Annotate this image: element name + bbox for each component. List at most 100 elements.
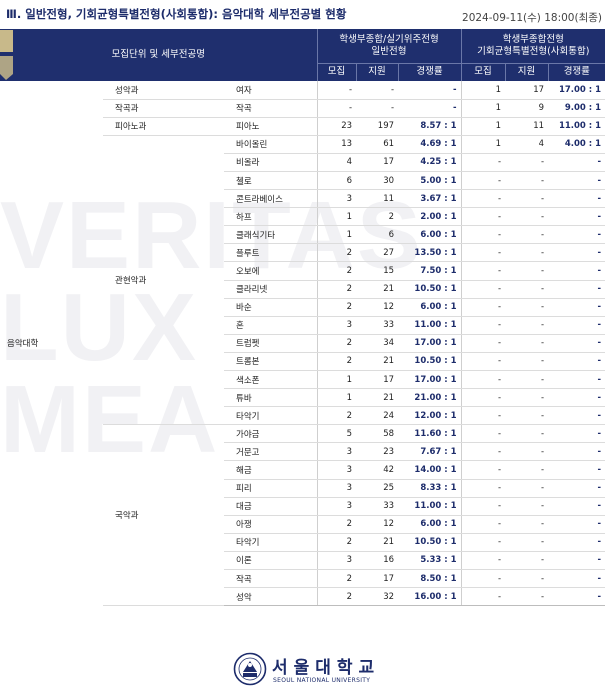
ratio-cell: - xyxy=(398,81,462,100)
ratio-cell: 14.00 : 1 xyxy=(398,460,462,480)
ratio-cell: 16.00 : 1 xyxy=(398,587,462,607)
applicants-cell: 25 xyxy=(356,479,399,498)
ratio-cell: - xyxy=(548,388,605,408)
major-cell: 트럼펫 xyxy=(224,334,318,353)
quota-cell: - xyxy=(460,551,506,571)
applicants-cell: - xyxy=(505,261,549,281)
ratio-cell: 4.25 : 1 xyxy=(398,153,462,172)
ratio-cell: 17.00 : 1 xyxy=(398,334,462,353)
department-cell: 작곡과 xyxy=(103,99,224,118)
quota-cell: - xyxy=(316,81,357,100)
applicants-cell: - xyxy=(505,497,549,516)
ratio-cell: 4.69 : 1 xyxy=(398,135,462,154)
quota-cell: - xyxy=(460,424,506,444)
major-cell: 작곡 xyxy=(224,99,318,118)
ratio-cell: 11.00 : 1 xyxy=(398,316,462,335)
quota-cell: - xyxy=(460,533,506,552)
quota-cell: 2 xyxy=(316,334,357,353)
quota-cell: 1 xyxy=(460,81,506,100)
quota-cell: 5 xyxy=(316,424,357,444)
quota-cell: 3 xyxy=(316,497,357,516)
major-cell: 바이올린 xyxy=(224,135,318,154)
applicants-cell: 4 xyxy=(505,135,549,154)
major-cell: 플루트 xyxy=(224,243,318,263)
ratio-cell: 8.50 : 1 xyxy=(398,569,462,589)
major-cell: 첼로 xyxy=(224,171,318,191)
major-cell: 타악기 xyxy=(224,533,318,552)
applicants-cell: - xyxy=(505,298,549,317)
applicants-cell: - xyxy=(505,207,549,227)
ratio-cell: - xyxy=(548,243,605,263)
applicants-cell: 2 xyxy=(356,207,399,227)
applicants-cell: - xyxy=(505,171,549,191)
applicants-cell: - xyxy=(505,189,549,209)
quota-cell: 13 xyxy=(316,135,357,154)
applicants-cell: 11 xyxy=(356,189,399,209)
applicants-cell: - xyxy=(505,406,549,426)
ratio-cell: - xyxy=(548,497,605,516)
ratio-cell: 17.00 : 1 xyxy=(548,81,605,100)
ratio-cell: - xyxy=(548,225,605,245)
major-cell: 색소폰 xyxy=(224,370,318,390)
quota-header: 모집 xyxy=(460,62,506,81)
applicants-cell: - xyxy=(505,515,549,534)
quota-header: 모집 xyxy=(316,62,357,81)
major-cell: 여자 xyxy=(224,81,318,100)
department-cell: 국악과 xyxy=(103,424,224,607)
ratio-cell: 11.60 : 1 xyxy=(398,424,462,444)
ratio-cell: 5.00 : 1 xyxy=(398,171,462,191)
ratio-cell: 3.67 : 1 xyxy=(398,189,462,209)
department-cell: 관현악과 xyxy=(115,276,147,287)
quota-cell: 2 xyxy=(316,243,357,263)
applicants-cell: 21 xyxy=(356,388,399,408)
major-cell: 비올라 xyxy=(224,153,318,172)
ratio-cell: 4.00 : 1 xyxy=(548,135,605,154)
ratio-cell: - xyxy=(548,189,605,209)
quota-cell: - xyxy=(460,497,506,516)
applicants-cell: 27 xyxy=(356,243,399,263)
applicants-cell: - xyxy=(356,81,399,100)
ratio-cell: - xyxy=(548,551,605,571)
applicants-cell: 21 xyxy=(356,352,399,372)
quota-cell: 3 xyxy=(316,189,357,209)
applicants-cell: 15 xyxy=(356,261,399,281)
quota-cell: - xyxy=(460,406,506,426)
major-cell: 아쟁 xyxy=(224,515,318,534)
applicants-cell: 24 xyxy=(356,406,399,426)
ratio-cell: 2.00 : 1 xyxy=(398,207,462,227)
ratio-cell: - xyxy=(548,352,605,372)
quota-cell: 3 xyxy=(316,479,357,498)
major-cell: 클라리넷 xyxy=(224,280,318,299)
corner-logo-icon xyxy=(0,30,13,80)
ratio-cell: - xyxy=(548,207,605,227)
applicants-cell: 32 xyxy=(356,587,399,607)
ratio-cell: 7.67 : 1 xyxy=(398,442,462,462)
quota-cell: - xyxy=(460,334,506,353)
applicants-cell: 33 xyxy=(356,316,399,335)
applicants-cell: - xyxy=(505,370,549,390)
ratio-cell: - xyxy=(548,298,605,317)
quota-cell: - xyxy=(460,569,506,589)
ratio-cell: 10.50 : 1 xyxy=(398,280,462,299)
quota-cell: - xyxy=(460,515,506,534)
page-title: Ⅲ. 일반전형, 기회균형특별전형(사회통합): 음악대학 세부전공별 현황 xyxy=(6,7,347,21)
major-cell: 작곡 xyxy=(224,569,318,589)
quota-cell: - xyxy=(460,479,506,498)
ratio-cell: - xyxy=(548,587,605,607)
applicants-cell: - xyxy=(505,460,549,480)
ratio-cell: - xyxy=(548,171,605,191)
college-cell: 음악대학 xyxy=(7,339,39,350)
ratio-cell: - xyxy=(548,153,605,172)
applicants-cell: 17 xyxy=(356,153,399,172)
quota-cell: 2 xyxy=(316,533,357,552)
update-timestamp: 2024-09-11(수) 18:00(최종) xyxy=(462,12,602,24)
table-header-row: 모집단위 및 세부전공명 학생부종합/실기위주전형 일반전형 학생부종합전형 기… xyxy=(0,29,605,81)
applicants-cell: 17 xyxy=(505,81,549,100)
ratio-cell: - xyxy=(548,261,605,281)
major-cell: 콘트라베이스 xyxy=(224,189,318,209)
quota-cell: 2 xyxy=(316,406,357,426)
applicants-cell: - xyxy=(356,99,399,118)
university-seal-icon xyxy=(233,652,267,686)
applicants-cell: 34 xyxy=(356,334,399,353)
applicants-cell: 33 xyxy=(356,497,399,516)
